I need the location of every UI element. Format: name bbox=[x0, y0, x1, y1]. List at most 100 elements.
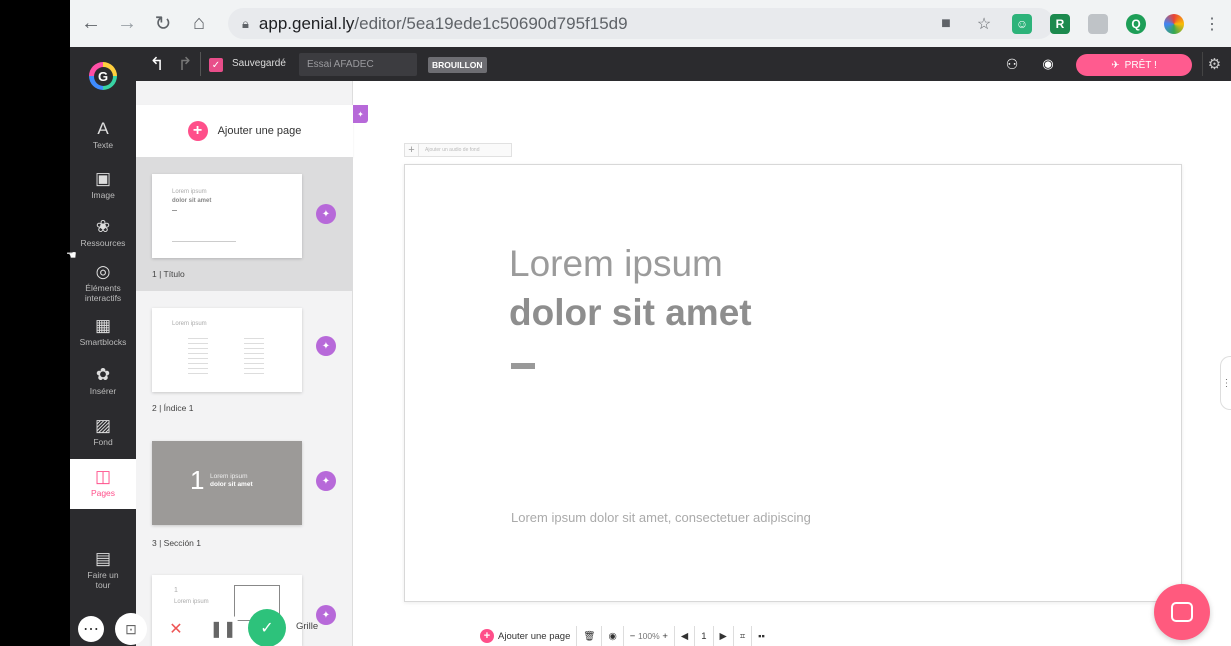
reload-icon[interactable]: ↻ bbox=[148, 9, 178, 39]
interactive-icon: ◎ bbox=[95, 262, 111, 281]
image-icon: ▣ bbox=[94, 169, 112, 188]
sidebar-item-resources[interactable]: ❀ Ressources bbox=[70, 217, 136, 248]
chat-support-button[interactable] bbox=[1154, 584, 1210, 640]
undo-icon[interactable]: ↰ bbox=[144, 47, 170, 81]
chat-icon bbox=[1171, 602, 1193, 622]
delete-page-icon[interactable]: 🗑︎ bbox=[576, 626, 601, 646]
thumb-subtitle: dolor sit amet bbox=[172, 198, 212, 204]
add-page-label: Ajouter une page bbox=[217, 125, 302, 137]
page-label: 1 | Título bbox=[152, 269, 185, 279]
page-label: 3 | Sección 1 bbox=[152, 538, 201, 548]
plus-icon: + bbox=[480, 629, 494, 643]
sidebar-item-insert[interactable]: ✿ Insérer bbox=[70, 365, 136, 396]
prev-page-icon[interactable]: ◀ bbox=[673, 626, 694, 646]
add-page-button[interactable]: + Ajouter une page bbox=[136, 105, 353, 157]
add-collaborator-icon[interactable]: ⚇ bbox=[1000, 52, 1024, 76]
preview-eye-icon[interactable]: ◉ bbox=[1036, 52, 1060, 76]
thumb-subtitle: dolor sit amet bbox=[210, 481, 253, 488]
plus-icon: + bbox=[405, 144, 419, 156]
hand-cursor-icon: ☚ bbox=[66, 248, 77, 262]
magic-wand-icon[interactable]: ✦ bbox=[316, 471, 336, 491]
slide-title-line-2[interactable]: dolor sit amet bbox=[509, 292, 752, 334]
audio-hint: Ajouter un audio de fond bbox=[425, 147, 480, 153]
cancel-recording-icon[interactable]: ✕ bbox=[159, 612, 193, 646]
sidebar-item-text[interactable]: A Texte bbox=[70, 119, 136, 150]
home-icon[interactable]: ⌂ bbox=[184, 9, 214, 39]
sidebar-item-label: Image bbox=[91, 190, 115, 200]
screen: ← → ↻ ⌂ 🔒︎ app.genial.ly/editor/5ea19ede… bbox=[70, 0, 1231, 646]
rocket-icon: ✈ bbox=[1111, 59, 1120, 71]
back-icon[interactable]: ← bbox=[76, 9, 106, 39]
more-dots-icon[interactable]: ⋯ bbox=[78, 616, 104, 642]
forward-icon[interactable]: → bbox=[112, 9, 142, 39]
lock-icon: 🔒︎ bbox=[242, 15, 249, 31]
webcam-toggle-icon[interactable]: ⊡ bbox=[115, 613, 147, 645]
thumb-line bbox=[172, 241, 236, 242]
page-item-2[interactable]: Lorem ipsum ✦ 2 | Índice 1 bbox=[136, 291, 353, 421]
thumb-title: Lorem ipsum bbox=[174, 599, 209, 605]
settings-gear-icon[interactable]: ⚙ bbox=[1202, 52, 1226, 76]
side-panel-handle[interactable]: ⋮ bbox=[1220, 356, 1231, 410]
bottom-toolbar: + Ajouter une page 🗑︎ ◉ − 100% + ◀ 1 ▶ ⌗ … bbox=[474, 626, 866, 646]
magic-wand-icon[interactable]: ✦ bbox=[316, 204, 336, 224]
page-item-1[interactable]: Lorem ipsum dolor sit amet ✦ 1 | Título bbox=[136, 157, 353, 291]
extension-swirl-icon[interactable] bbox=[1159, 9, 1189, 39]
slide-title-line-1[interactable]: Lorem ipsum bbox=[509, 243, 723, 285]
layout-icon[interactable]: ▪▪ bbox=[751, 626, 771, 646]
sidebar-item-label: Insérer bbox=[89, 386, 117, 396]
crop-icon[interactable]: ⌗ bbox=[732, 626, 751, 646]
extension-1-icon[interactable]: ☺ bbox=[1007, 9, 1037, 39]
sidebar-item-background[interactable]: ▨ Fond bbox=[70, 416, 136, 447]
page-item-3[interactable]: 1 Lorem ipsum dolor sit amet ✦ 3 | Secci… bbox=[136, 421, 353, 555]
page-number[interactable]: 1 bbox=[694, 626, 712, 646]
magic-wand-icon[interactable]: ✦ bbox=[316, 336, 336, 356]
sidebar-item-smartblocks[interactable]: ▦ Smartblocks bbox=[70, 316, 136, 347]
saved-status: Sauvegardé bbox=[232, 58, 286, 69]
grid-label[interactable]: Grille bbox=[296, 621, 318, 632]
extension-r-icon[interactable]: R bbox=[1045, 9, 1075, 39]
sidebar-item-pages[interactable]: ◫ Pages bbox=[70, 459, 136, 509]
pause-recording-icon[interactable]: ❚❚ bbox=[206, 612, 240, 646]
bookmark-star-icon[interactable]: ☆ bbox=[969, 9, 999, 39]
next-page-icon[interactable]: ▶ bbox=[712, 626, 733, 646]
extension-search-icon[interactable]: Q bbox=[1121, 9, 1151, 39]
plus-icon: + bbox=[187, 121, 208, 141]
page-thumbnail: 1 Lorem ipsum dolor sit amet bbox=[152, 441, 302, 525]
sidebar-item-interactive[interactable]: ◎ Éléments interactifs bbox=[70, 262, 136, 303]
extension-chat-icon[interactable] bbox=[1083, 9, 1113, 39]
redo-icon[interactable]: ↱ bbox=[172, 47, 198, 81]
thumb-bar bbox=[172, 210, 177, 211]
zoom-out-icon[interactable]: − bbox=[630, 631, 636, 642]
thumb-title: Lorem ipsum bbox=[172, 321, 207, 327]
add-audio-button[interactable]: + Ajouter un audio de fond bbox=[404, 143, 512, 157]
url-host: app.genial.ly bbox=[258, 13, 355, 33]
tour-icon: ▤ bbox=[94, 549, 112, 568]
zoom-in-icon[interactable]: + bbox=[662, 631, 668, 642]
slide-accent-bar[interactable] bbox=[511, 363, 535, 369]
insert-icon: ✿ bbox=[95, 365, 111, 384]
slide-subtitle[interactable]: Lorem ipsum dolor sit amet, consectetuer… bbox=[511, 510, 811, 525]
text-icon: A bbox=[97, 119, 109, 138]
sidebar-item-image[interactable]: ▣ Image bbox=[70, 169, 136, 200]
thumb-title: Lorem ipsum bbox=[172, 189, 207, 195]
magic-wand-icon[interactable]: ✦ bbox=[316, 605, 336, 625]
page-label: 2 | Índice 1 bbox=[152, 403, 194, 413]
view-eye-icon[interactable]: ◉ bbox=[601, 626, 622, 646]
browser-extensions: ■ ☆ ☺ R Q ⋮ bbox=[927, 0, 1231, 47]
camera-icon[interactable]: ■ bbox=[931, 9, 961, 39]
bottom-add-page-button[interactable]: + Ajouter une page bbox=[474, 626, 576, 646]
panel-collapse-tab[interactable]: ✦ bbox=[353, 105, 368, 123]
sidebar-item-label: Éléments interactifs bbox=[84, 283, 122, 303]
browser-menu-icon[interactable]: ⋮ bbox=[1197, 9, 1227, 39]
finish-recording-icon[interactable]: ✓ bbox=[248, 609, 286, 646]
smartblocks-icon: ▦ bbox=[94, 316, 112, 335]
bottom-add-page-label: Ajouter une page bbox=[498, 630, 571, 642]
thumb-list-right bbox=[244, 338, 264, 378]
genially-logo[interactable]: G bbox=[70, 47, 136, 105]
slide-canvas[interactable]: Lorem ipsum dolor sit amet Lorem ipsum d… bbox=[404, 164, 1182, 602]
sidebar-item-tour[interactable]: ▤ Faire un tour bbox=[70, 549, 136, 590]
document-title-input[interactable]: Essai AFADEC bbox=[299, 53, 417, 76]
ready-button[interactable]: ✈ PRÊT ! bbox=[1076, 54, 1192, 76]
sidebar-item-label: Smartblocks bbox=[79, 337, 127, 347]
sidebar-item-label: Ressources bbox=[80, 238, 126, 248]
